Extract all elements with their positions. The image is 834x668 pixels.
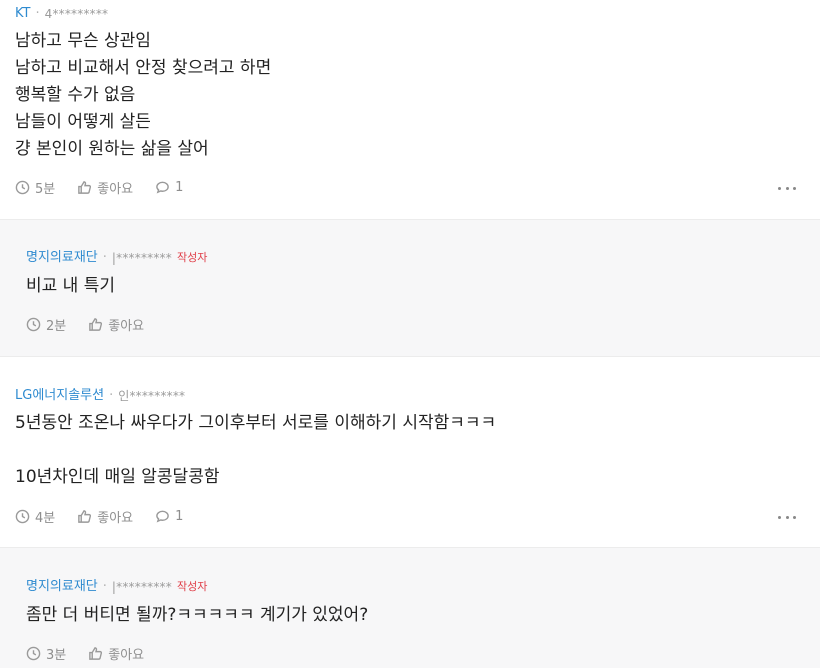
like-button[interactable]: 좋아요 — [88, 644, 144, 663]
like-button[interactable]: 좋아요 — [77, 507, 133, 526]
like-label: 좋아요 — [108, 647, 145, 663]
like-label: 좋아요 — [97, 181, 134, 197]
comment-text: 비교 내 특기 — [26, 276, 116, 296]
user-id: |********* — [111, 580, 172, 594]
meta-separator: · — [35, 6, 40, 21]
meta-separator: · — [102, 579, 107, 594]
company-name[interactable]: KT — [15, 6, 30, 22]
user-id: |********* — [111, 251, 172, 265]
comment-actions: 5분 좋아요 1 — [15, 178, 205, 197]
comment-text: 남하고 무슨 상관임 남하고 비교해서 안정 찾으려고 하면 행복할 수가 없음… — [15, 31, 272, 159]
like-label: 좋아요 — [108, 318, 145, 334]
thumbs-up-icon — [89, 317, 103, 331]
reply-count: 1 — [175, 508, 184, 524]
clock-icon — [26, 646, 41, 660]
more-button[interactable] — [778, 183, 796, 193]
clock-icon — [15, 180, 30, 194]
company-name[interactable]: 명지의료재단 — [26, 579, 98, 595]
comment-actions: 2분 좋아요 — [26, 315, 166, 334]
like-button[interactable]: 좋아요 — [88, 315, 144, 334]
more-dots-icon — [778, 515, 781, 519]
speech-bubble-icon — [156, 181, 169, 193]
user-id: 인********* — [118, 389, 186, 403]
clock-icon — [15, 509, 30, 523]
comment-text: 좀만 더 버티면 될까?ㅋㅋㅋㅋㅋ 계기가 있었어? — [26, 605, 369, 625]
like-label: 좋아요 — [97, 510, 134, 526]
comment: KT · 4********* 남하고 무슨 상관임 남하고 비교해서 안정 찾… — [0, 0, 820, 219]
timestamp: 4분 — [15, 507, 55, 526]
author-badge: 작성자 — [176, 251, 208, 264]
user-id: 4********* — [44, 7, 109, 21]
thumbs-up-icon — [78, 180, 92, 194]
time-label: 5분 — [35, 181, 56, 197]
comment-meta: LG에너지솔루션 · 인********* — [15, 388, 185, 404]
timestamp: 5분 — [15, 178, 55, 197]
reply-comment: 명지의료재단 · |********* 작성자 비교 내 특기 2분 좋아요 — [0, 220, 820, 356]
reply-comment: 명지의료재단 · |********* 작성자 좀만 더 버티면 될까?ㅋㅋㅋㅋ… — [0, 548, 820, 668]
company-name[interactable]: LG에너지솔루션 — [15, 388, 104, 404]
timestamp: 2분 — [26, 315, 66, 334]
more-dots-icon — [778, 186, 781, 190]
more-button[interactable] — [778, 512, 796, 522]
comment-text: 5년동안 조온나 싸우다가 그이후부터 서로를 이해하기 시작함ㅋㅋㅋ 10년차… — [15, 413, 497, 487]
company-name[interactable]: 명지의료재단 — [26, 250, 98, 266]
thumbs-up-icon — [78, 509, 92, 523]
meta-separator: · — [109, 388, 114, 403]
comment-stream: KT · 4********* 남하고 무슨 상관임 남하고 비교해서 안정 찾… — [0, 0, 820, 668]
comment-actions: 3분 좋아요 — [26, 644, 166, 663]
like-button[interactable]: 좋아요 — [77, 178, 133, 197]
clock-icon — [26, 317, 41, 331]
comment-meta: KT · 4********* — [15, 6, 108, 22]
reply-count: 1 — [175, 179, 184, 195]
meta-separator: · — [102, 250, 107, 265]
comment: LG에너지솔루션 · 인********* 5년동안 조온나 싸우다가 그이후부… — [0, 357, 820, 547]
comment-meta: 명지의료재단 · |********* 작성자 — [26, 250, 207, 266]
comment-actions: 4분 좋아요 1 — [15, 507, 205, 526]
reply-button[interactable]: 1 — [155, 180, 183, 195]
author-badge: 작성자 — [176, 580, 208, 593]
speech-bubble-icon — [156, 510, 169, 522]
time-label: 2분 — [46, 318, 67, 334]
time-label: 3분 — [46, 647, 67, 663]
timestamp: 3분 — [26, 644, 66, 663]
reply-button[interactable]: 1 — [155, 509, 183, 524]
time-label: 4분 — [35, 510, 56, 526]
thumbs-up-icon — [89, 646, 103, 660]
comment-meta: 명지의료재단 · |********* 작성자 — [26, 579, 207, 595]
